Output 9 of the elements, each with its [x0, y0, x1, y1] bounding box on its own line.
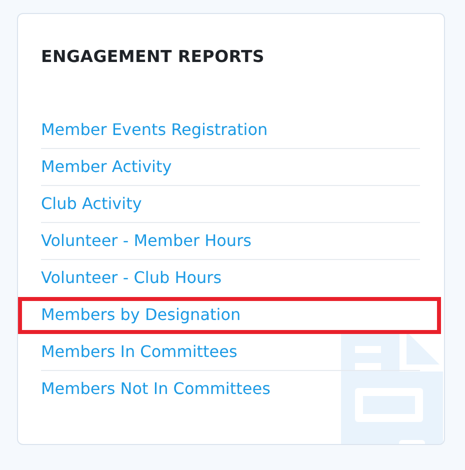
report-link[interactable]: Member Activity: [41, 149, 420, 186]
report-link[interactable]: Volunteer - Member Hours: [41, 223, 420, 260]
report-link[interactable]: Members Not In Committees: [41, 371, 420, 408]
report-link[interactable]: Volunteer - Club Hours: [41, 260, 420, 297]
card-title: ENGAGEMENT REPORTS: [41, 46, 266, 68]
report-link[interactable]: Members by Designation: [41, 297, 420, 334]
report-link[interactable]: Club Activity: [41, 186, 420, 223]
report-link[interactable]: Member Events Registration: [41, 112, 420, 149]
report-link[interactable]: Members In Committees: [41, 334, 420, 371]
